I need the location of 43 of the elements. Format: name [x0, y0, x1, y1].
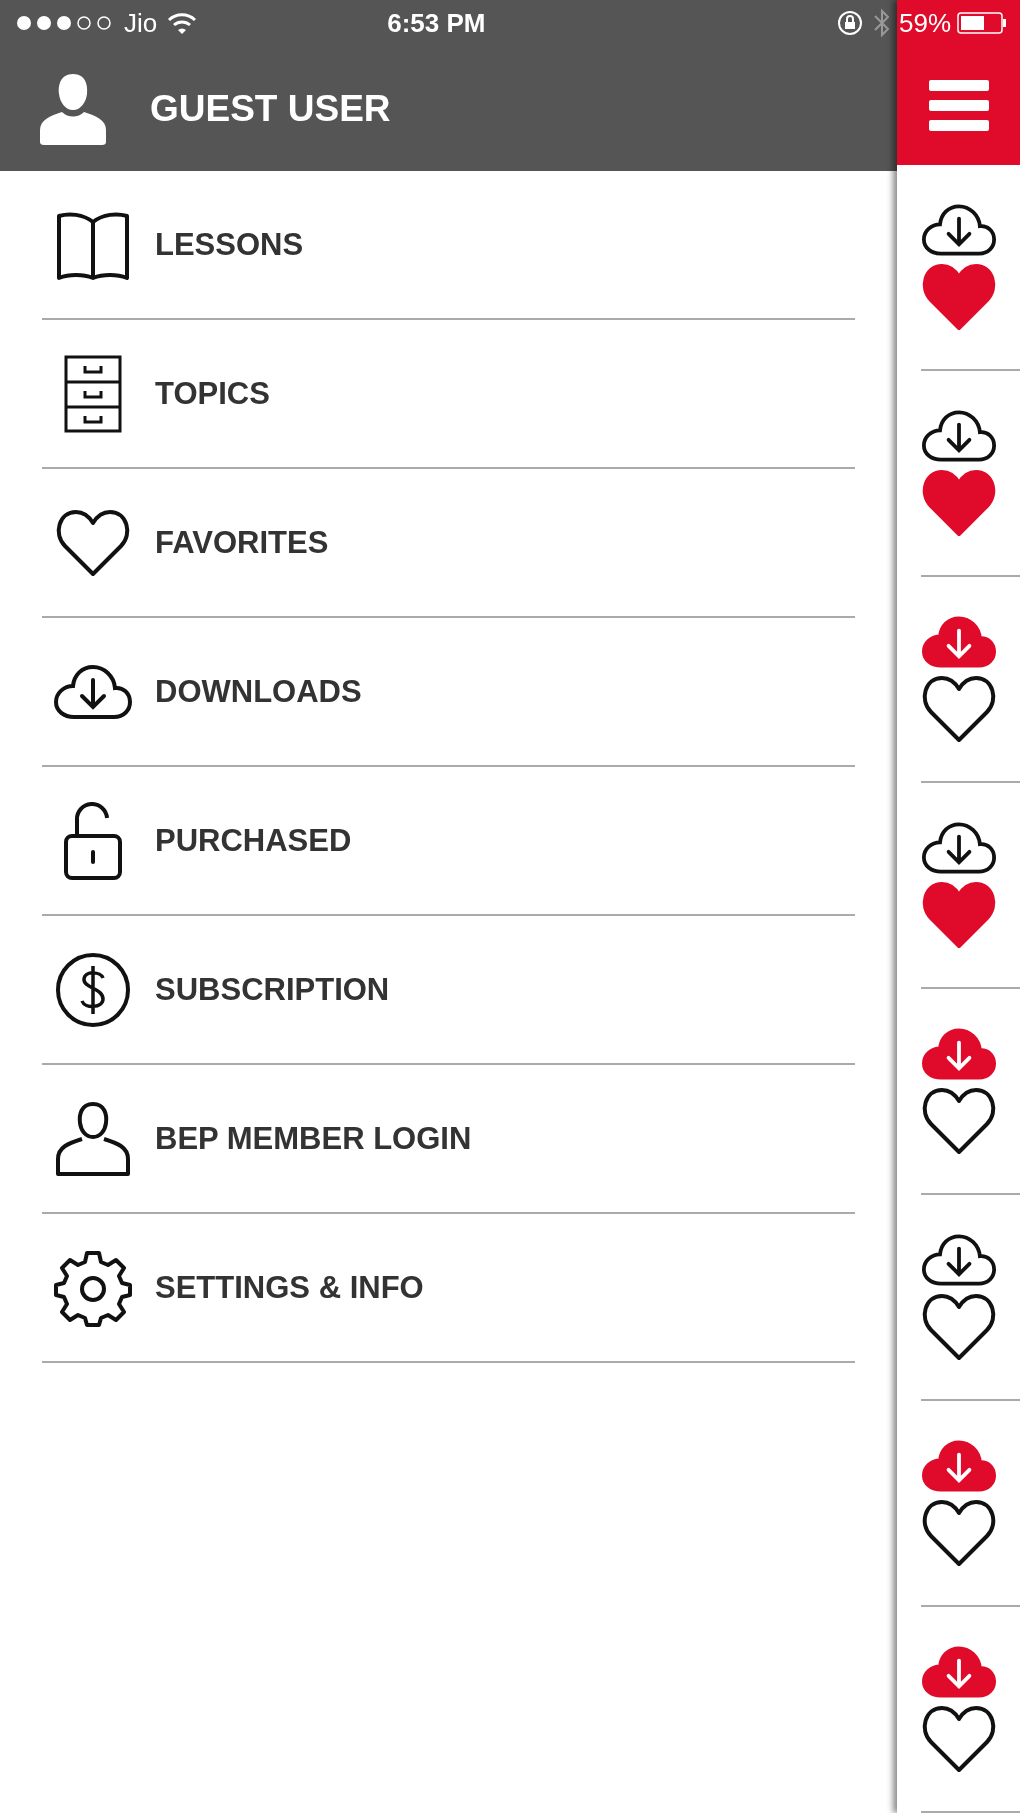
status-time: 6:53 PM — [387, 7, 486, 39]
filled-heart-icon[interactable] — [920, 468, 997, 538]
bluetooth-icon — [873, 8, 891, 38]
wifi-icon — [167, 12, 198, 34]
dollar-icon — [55, 951, 131, 1028]
heart-icon[interactable] — [920, 1292, 997, 1362]
download-cloud-icon — [54, 663, 132, 720]
cabinet-icon — [63, 354, 123, 433]
heart-icon[interactable] — [920, 1498, 997, 1568]
book-icon — [55, 209, 131, 280]
menu-item[interactable]: SUBSCRIPTION — [42, 916, 855, 1065]
rotation-lock-icon — [837, 10, 863, 36]
downloaded-cloud-icon[interactable] — [921, 1644, 996, 1700]
downloaded-cloud-icon[interactable] — [921, 1438, 996, 1494]
menu-item[interactable]: PURCHASED — [42, 767, 855, 916]
download-cloud-icon[interactable] — [921, 202, 996, 258]
download-cloud-icon[interactable] — [921, 408, 996, 464]
heart-icon[interactable] — [920, 674, 997, 744]
heart-icon — [55, 507, 131, 578]
downloaded-cloud-icon[interactable] — [921, 614, 996, 670]
heart-icon[interactable] — [920, 1704, 997, 1774]
battery-icon — [957, 12, 1008, 34]
carrier-name: Jio — [124, 7, 158, 39]
menu-item[interactable]: LESSONS — [42, 171, 855, 320]
signal-icon — [16, 15, 114, 31]
menu-item[interactable]: SETTINGS & INFO — [42, 1214, 855, 1363]
unlocked-padlock-icon — [63, 801, 123, 880]
user-icon — [38, 71, 108, 146]
menu-icon — [928, 79, 989, 132]
menu-item[interactable]: TOPICS — [42, 320, 855, 469]
battery-percent: 59% — [899, 7, 952, 39]
menu-item[interactable]: DOWNLOADS — [42, 618, 855, 767]
filled-heart-icon[interactable] — [920, 262, 997, 332]
settings-icon — [54, 1248, 132, 1327]
download-cloud-icon[interactable] — [921, 1232, 996, 1288]
header-title: GUEST USER — [150, 87, 391, 130]
menu-item[interactable]: BEP MEMBER LOGIN — [42, 1065, 855, 1214]
heart-icon[interactable] — [920, 1086, 997, 1156]
downloaded-cloud-icon[interactable] — [921, 1026, 996, 1082]
download-cloud-icon[interactable] — [921, 820, 996, 876]
person-icon — [55, 1100, 131, 1177]
filled-heart-icon[interactable] — [920, 880, 997, 950]
menu-item[interactable]: FAVORITES — [42, 469, 855, 618]
